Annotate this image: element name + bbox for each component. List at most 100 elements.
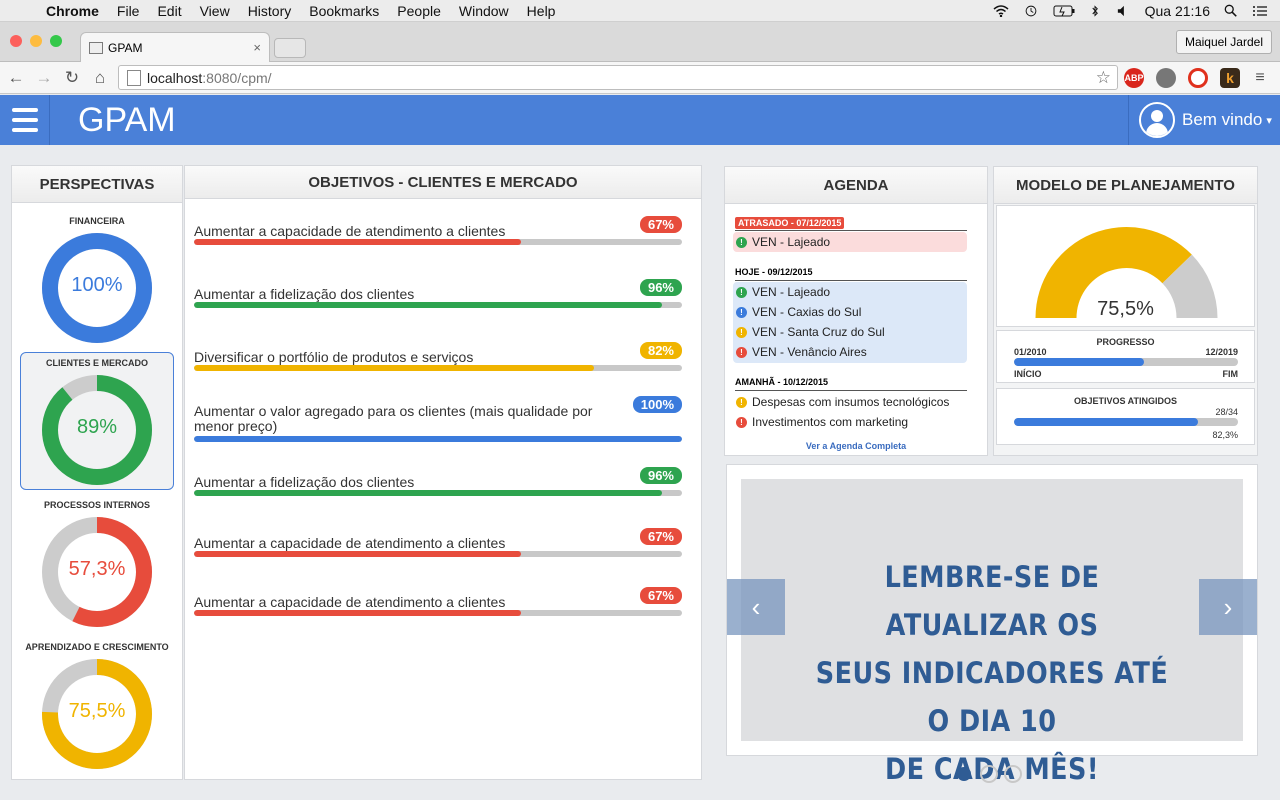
k-extension-icon[interactable]: k	[1220, 68, 1240, 88]
home-icon[interactable]: ⌂	[88, 68, 112, 88]
menu-history[interactable]: History	[239, 3, 301, 19]
hamburger-menu-icon[interactable]	[0, 95, 50, 145]
perspective-financeira[interactable]: FINANCEIRA 100%	[20, 216, 174, 346]
objective-text: Aumentar a fidelização dos clientes	[194, 286, 415, 302]
carousel-dot-active[interactable]	[957, 767, 971, 781]
objective-progress-bar	[194, 551, 682, 557]
browser-tab-gpam[interactable]: GPAM ×	[80, 32, 270, 62]
alert-icon: !	[736, 286, 747, 298]
opera-extension-icon[interactable]	[1188, 68, 1208, 88]
browser-tab-strip: GPAM × Maiquel Jardel	[0, 22, 1280, 62]
tomorrow-date-label: AMANHÃ - 10/12/2015	[735, 377, 829, 387]
menu-app-chrome[interactable]: Chrome	[36, 3, 108, 19]
objective-progress-fill	[194, 610, 521, 616]
agenda-item[interactable]: ! Despesas com insumos tecnológicos	[733, 392, 967, 412]
carousel-next-chevron-right-icon[interactable]: ›	[1199, 579, 1257, 635]
objective-item[interactable]: Aumentar o valor agregado para os client…	[194, 396, 684, 442]
user-menu[interactable]: Bem vindo ▾	[1128, 95, 1280, 145]
time-machine-icon[interactable]	[1023, 5, 1039, 17]
carousel-dot[interactable]	[1004, 765, 1022, 783]
modelo-panel: MODELO DE PLANEJAMENTO 75,5% PROGRESSO 0…	[993, 166, 1258, 456]
objective-item[interactable]: Aumentar a capacidade de atendimento a c…	[194, 216, 684, 245]
progresso-end-label: FIM	[1222, 369, 1239, 379]
agenda-item-text: Investimentos com marketing	[752, 415, 909, 429]
welcome-text: Bem vindo	[1182, 110, 1263, 129]
objective-item[interactable]: Aumentar a fidelização dos clientes 96%	[194, 279, 684, 308]
url-path: :8080/cpm/	[202, 69, 272, 86]
new-tab-button[interactable]	[274, 38, 306, 58]
agenda-item[interactable]: ! VEN - Venâncio Aires	[733, 342, 967, 362]
bluetooth-icon[interactable]	[1089, 4, 1101, 17]
divider	[735, 280, 967, 281]
objective-text: Aumentar a capacidade de atendimento a c…	[194, 535, 506, 551]
progresso-bar	[1014, 358, 1238, 366]
perspective-aprendizado-crescimento[interactable]: APRENDIZADO E CRESCIMENTO 75,5%	[20, 642, 174, 777]
perspective-donut: 57,3%	[39, 514, 155, 630]
browser-toolbar: ← → ↻ ⌂ localhost:8080/cpm/ ☆ ABP k ≡	[0, 62, 1280, 94]
menu-bookmarks[interactable]: Bookmarks	[300, 3, 388, 19]
film-extension-icon[interactable]	[1156, 68, 1176, 88]
modelo-title: MODELO DE PLANEJAMENTO	[994, 167, 1257, 204]
objetivos-fill	[1014, 418, 1199, 426]
carousel-dot[interactable]	[980, 765, 998, 783]
agenda-item[interactable]: ! VEN - Lajeado	[733, 232, 967, 252]
chrome-menu-icon[interactable]: ≡	[1250, 68, 1270, 88]
objetivos-atingidos-title: OBJETIVOS ATINGIDOS	[1073, 396, 1177, 406]
maximize-window-button[interactable]	[50, 35, 62, 47]
volume-icon[interactable]	[1115, 5, 1131, 17]
objective-item[interactable]: Aumentar a fidelização dos clientes 96%	[194, 467, 684, 496]
today-list: ! VEN - Lajeado ! VEN - Caxias do Sul ! VEN…	[733, 282, 967, 363]
user-avatar-icon	[1139, 102, 1175, 138]
notification-center-icon[interactable]	[1252, 5, 1268, 17]
tab-close-icon[interactable]: ×	[253, 40, 261, 55]
alert-icon: !	[736, 396, 747, 408]
battery-icon[interactable]	[1053, 5, 1075, 17]
objective-item[interactable]: Diversificar o portfólio de produtos e s…	[194, 342, 684, 371]
profile-button[interactable]: Maiquel Jardel	[1175, 30, 1272, 54]
objective-progress-bar	[194, 302, 682, 308]
close-window-button[interactable]	[10, 35, 22, 47]
alert-icon: !	[736, 346, 747, 358]
perspective-processos-internos[interactable]: PROCESSOS INTERNOS 57,3%	[20, 500, 174, 635]
agenda-item[interactable]: ! VEN - Caxias do Sul	[733, 302, 967, 322]
objective-item[interactable]: Aumentar a capacidade de atendimento a c…	[194, 587, 684, 616]
reminder-carousel: LEMBRE-SE DE ATUALIZAR OS SEUS INDICADOR…	[726, 464, 1258, 786]
tomorrow-list: ! Despesas com insumos tecnológicos ! Inve…	[733, 392, 967, 433]
perspective-label: PROCESSOS INTERNOS	[43, 500, 151, 510]
clock[interactable]: Qua 21:16	[1145, 3, 1210, 19]
back-arrow-icon[interactable]: ←	[4, 68, 28, 88]
bookmark-star-icon[interactable]: ☆	[1096, 68, 1111, 88]
agenda-item-text: Despesas com insumos tecnológicos	[752, 395, 950, 409]
forward-arrow-icon[interactable]: →	[32, 68, 56, 88]
objective-text: Aumentar a capacidade de atendimento a c…	[194, 594, 506, 610]
menu-edit[interactable]: Edit	[148, 3, 190, 19]
objective-item[interactable]: Aumentar a capacidade de atendimento a c…	[194, 528, 684, 557]
objetivos-title: OBJETIVOS - CLIENTES E MERCADO	[185, 166, 701, 199]
agenda-item[interactable]: ! VEN - Lajeado	[733, 282, 967, 302]
late-list: ! VEN - Lajeado	[733, 232, 967, 252]
perspective-label: FINANCEIRA	[69, 216, 125, 226]
menu-view[interactable]: View	[191, 3, 239, 19]
minimize-window-button[interactable]	[30, 35, 42, 47]
perspective-clientes-mercado[interactable]: CLIENTES E MERCADO 89%	[20, 352, 174, 490]
menu-help[interactable]: Help	[518, 3, 565, 19]
perspective-donut: 100%	[39, 230, 155, 346]
menu-file[interactable]: File	[108, 3, 149, 19]
gauge-value: 75,5%	[1097, 298, 1154, 320]
reload-icon[interactable]: ↻	[60, 68, 84, 88]
agenda-item[interactable]: ! Investimentos com marketing	[733, 412, 967, 432]
address-bar[interactable]: localhost:8080/cpm/ ☆	[118, 65, 1118, 90]
objective-percent-badge: 67%	[639, 216, 682, 233]
wifi-icon[interactable]	[993, 4, 1009, 17]
perspective-value: 100%	[71, 274, 123, 296]
agenda-item[interactable]: ! VEN - Santa Cruz do Sul	[733, 322, 967, 342]
perspective-value: 89%	[76, 416, 118, 438]
spotlight-search-icon[interactable]	[1224, 4, 1238, 18]
carousel-prev-chevron-left-icon[interactable]: ‹	[727, 579, 785, 635]
menu-people[interactable]: People	[388, 3, 450, 19]
agenda-title: AGENDA	[725, 167, 987, 204]
menu-window[interactable]: Window	[450, 3, 518, 19]
full-agenda-link[interactable]: Ver a Agenda Completa	[725, 441, 987, 451]
agenda-item-text: VEN - Lajeado	[752, 235, 831, 249]
adblock-extension-icon[interactable]: ABP	[1124, 68, 1144, 88]
